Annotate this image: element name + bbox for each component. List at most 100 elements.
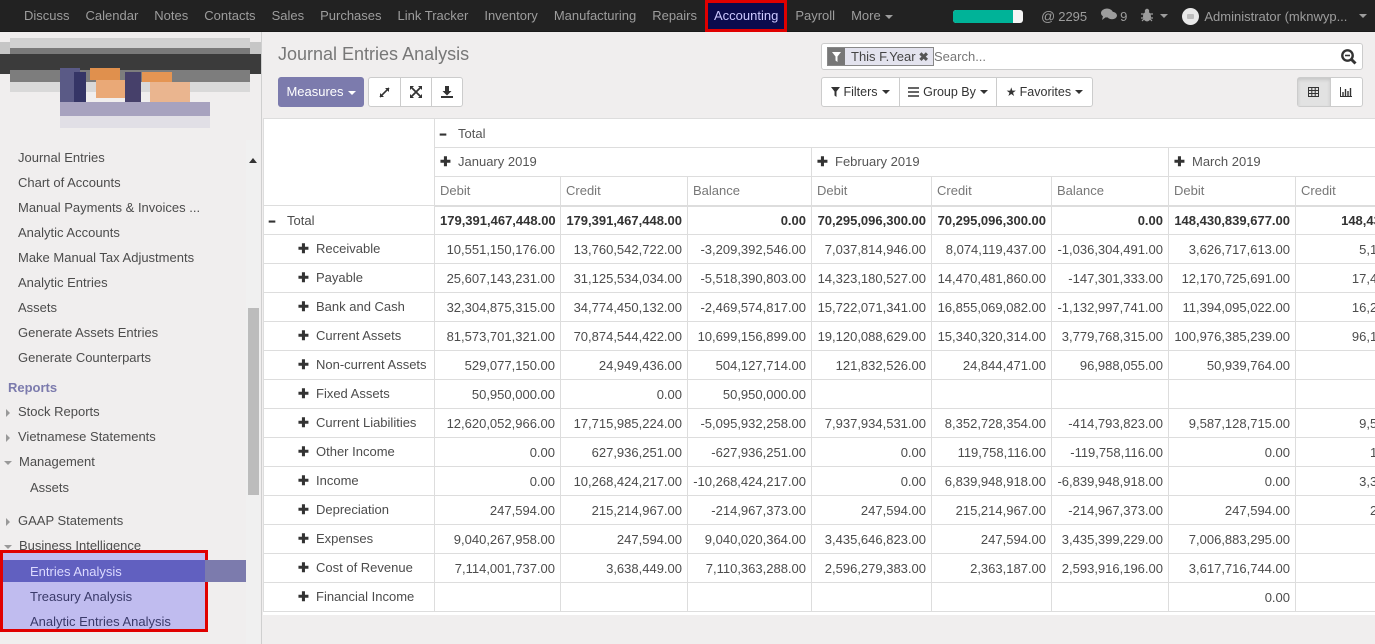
app-menu-item-notes[interactable]: Notes <box>146 0 196 32</box>
column-header-month[interactable]: ✚ March 2019 <box>1167 147 1375 177</box>
sidebar-item-gaap-statements[interactable]: GAAP Statements <box>0 513 123 528</box>
sidebar-item-assets[interactable]: Assets <box>18 300 57 315</box>
sidebar-item-label: Vietnamese Statements <box>18 429 156 444</box>
row-header[interactable]: ✚ Current Assets <box>263 321 435 351</box>
row-header[interactable]: ✚ Receivable <box>263 234 435 264</box>
measure-header-balance[interactable]: Balance <box>687 176 812 207</box>
user-menu-button[interactable]: Administrator (mknwyp... <box>1182 7 1368 25</box>
filters-button[interactable]: Filters <box>822 78 900 106</box>
messages-button[interactable]: 9 <box>1101 8 1127 24</box>
row-header-total[interactable]: ━ Total <box>263 205 435 235</box>
cell-value <box>1168 379 1296 409</box>
cell-value: 3,626,717,613.00 <box>1168 234 1296 264</box>
pivot-view-button[interactable] <box>1298 78 1331 106</box>
measure-header-debit[interactable]: Debit <box>811 176 932 207</box>
search-options: Filters Group By ★ Favorites <box>821 77 1093 107</box>
row-header[interactable]: ✚ Financial Income <box>263 582 435 612</box>
measure-header-credit[interactable]: Credit <box>560 176 688 207</box>
debug-menu-button[interactable] <box>1141 8 1169 25</box>
sidebar-item-analytic-accounts[interactable]: Analytic Accounts <box>18 225 120 240</box>
column-header-total[interactable]: ━ Total <box>433 118 1375 148</box>
sidebar-item-stock-reports[interactable]: Stock Reports <box>0 404 100 419</box>
sidebar-item-generate-counterparts[interactable]: Generate Counterparts <box>18 350 151 365</box>
table-row: ✚ Non-current Assets 529,077,150.00 24,949,… <box>263 350 1375 380</box>
sidebar-item-analytic-entries[interactable]: Analytic Entries <box>18 275 108 290</box>
row-header[interactable]: ✚ Cost of Revenue <box>263 553 435 583</box>
app-menu-item-contacts[interactable]: Contacts <box>196 0 263 32</box>
search-icon[interactable] <box>1340 48 1358 66</box>
sidebar-item-vietnamese-statements[interactable]: Vietnamese Statements <box>0 429 156 444</box>
cell-value: -119,758,116.00 <box>1051 437 1169 467</box>
row-header[interactable]: ✚ Expenses <box>263 524 435 554</box>
row-header[interactable]: ✚ Fixed Assets <box>263 379 435 409</box>
app-menu-item-manufacturing[interactable]: Manufacturing <box>546 0 644 32</box>
pivot-table: ━ Total ✚ January 2019 ✚ February 2019 ✚ March … <box>263 118 1375 612</box>
sidebar-item-entries-analysis[interactable]: Entries Analysis <box>30 564 122 579</box>
cell-value: 504,127,714.00 <box>687 350 812 380</box>
sidebar-item-management-assets[interactable]: Assets <box>30 480 69 495</box>
table-row: ✚ Financial Income 0.0048 <box>263 582 1375 612</box>
cell-value: 9,587,128,715.00 <box>1168 408 1296 438</box>
download-button[interactable] <box>432 78 462 106</box>
measure-header-debit[interactable]: Debit <box>1168 176 1296 207</box>
cell-value: -3,209,392,546.00 <box>687 234 812 264</box>
search-input[interactable] <box>934 47 1334 66</box>
row-header[interactable]: ✚ Other Income <box>263 437 435 467</box>
sidebar-item-treasury-analysis[interactable]: Treasury Analysis <box>30 589 132 604</box>
row-header[interactable]: ✚ Current Liabilities <box>263 408 435 438</box>
sidebar-item-analytic-entries-analysis[interactable]: Analytic Entries Analysis <box>30 614 171 629</box>
measures-button[interactable]: Measures <box>278 77 364 107</box>
row-header[interactable]: ✚ Payable <box>263 263 435 293</box>
app-menu-item-payroll[interactable]: Payroll <box>787 0 843 32</box>
row-header[interactable]: ✚ Depreciation <box>263 495 435 525</box>
sidebar-item-journal-entries[interactable]: Journal Entries <box>18 150 105 165</box>
caret-right-icon <box>6 433 10 442</box>
app-menu-item-discuss[interactable]: Discuss <box>16 0 78 32</box>
cell-value: 215,214,967.00 <box>931 495 1052 525</box>
mentions-button[interactable]: @2295 <box>1041 8 1087 24</box>
download-icon <box>441 86 453 98</box>
cell-value: 70,295,096,300.00 <box>811 205 932 235</box>
sidebar-item-manual-payments[interactable]: Manual Payments & Invoices ... <box>18 200 200 215</box>
app-menu-item-repairs[interactable]: Repairs <box>644 0 705 32</box>
favorites-button[interactable]: ★ Favorites <box>997 78 1092 106</box>
sidebar-item-chart-of-accounts[interactable]: Chart of Accounts <box>18 175 121 190</box>
row-header[interactable]: ✚ Bank and Cash <box>263 292 435 322</box>
group-by-button[interactable]: Group By <box>900 78 997 106</box>
more-menu-button[interactable]: More <box>843 0 901 32</box>
remove-facet-icon[interactable]: ✖ <box>919 50 929 64</box>
sidebar-item-generate-assets-entries[interactable]: Generate Assets Entries <box>18 325 158 340</box>
measure-header-credit[interactable]: Credit <box>931 176 1052 207</box>
app-menu-item-accounting[interactable]: Accounting <box>705 0 788 32</box>
app-menu-item-link-tracker[interactable]: Link Tracker <box>390 0 477 32</box>
flip-axis-button[interactable] <box>369 78 401 106</box>
cell-value: -6,839,948,918.00 <box>1051 466 1169 496</box>
measure-header-balance[interactable]: Balance <box>1051 176 1169 207</box>
scroll-up-arrow-icon[interactable] <box>249 158 257 163</box>
app-menu-item-calendar[interactable]: Calendar <box>78 0 147 32</box>
expand-all-button[interactable] <box>401 78 432 106</box>
cell-value: 17,428,279 <box>1295 263 1375 293</box>
row-header[interactable]: ✚ Income <box>263 466 435 496</box>
at-icon: @ <box>1041 8 1056 24</box>
graph-view-button[interactable] <box>1331 78 1363 106</box>
app-menu-item-purchases[interactable]: Purchases <box>312 0 389 32</box>
measure-header-credit[interactable]: Credit <box>1295 176 1375 207</box>
table-row: ✚ Expenses 9,040,267,958.00 247,594.00 9,040… <box>263 524 1375 554</box>
cell-value: 9,040,020,364.00 <box>687 524 812 554</box>
app-menu-item-sales[interactable]: Sales <box>264 0 313 32</box>
sidebar-item-manual-tax-adjustments[interactable]: Make Manual Tax Adjustments <box>18 250 194 265</box>
sidebar-item-management[interactable]: Management <box>0 454 95 469</box>
cell-value: 3,617,716,744.00 <box>1168 553 1296 583</box>
search-bar: This F.Year ✖ <box>821 43 1363 70</box>
sidebar-scrollbar-thumb[interactable] <box>248 308 259 495</box>
measure-header-debit[interactable]: Debit <box>434 176 561 207</box>
company-logo[interactable] <box>0 34 261 134</box>
row-header[interactable]: ✚ Non-current Assets <box>263 350 435 380</box>
search-facet[interactable]: This F.Year ✖ <box>827 47 934 66</box>
row-header-label: Bank and Cash <box>316 299 405 314</box>
cell-value: 17,715,985,224.00 <box>560 408 688 438</box>
column-header-month[interactable]: ✚ February 2019 <box>811 147 1169 177</box>
column-header-month[interactable]: ✚ January 2019 <box>434 147 812 177</box>
app-menu-item-inventory[interactable]: Inventory <box>476 0 545 32</box>
